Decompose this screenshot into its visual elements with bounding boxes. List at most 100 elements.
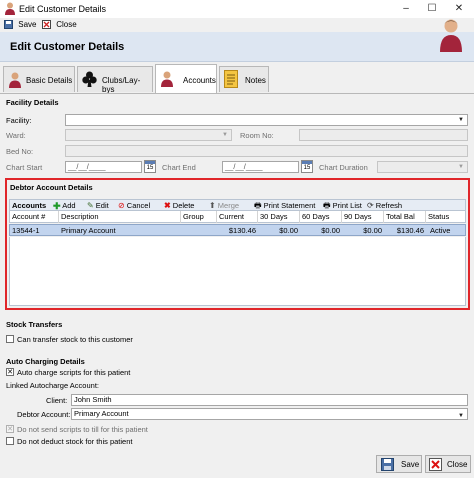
- group-cell: [181, 225, 217, 236]
- person-icon: [161, 71, 173, 87]
- description-cell: Primary Account: [61, 226, 116, 235]
- chevron-down-icon: ▼: [222, 132, 228, 138]
- calendar-day: 15: [303, 165, 311, 171]
- close-icon: [42, 20, 51, 30]
- no-deduct-checkbox[interactable]: [6, 437, 14, 445]
- calendar-icon[interactable]: 15: [144, 160, 156, 173]
- linked-account-label: Linked Autocharge Account:: [6, 381, 99, 390]
- can-transfer-label: Can transfer stock to this customer: [17, 335, 133, 344]
- close-window-button[interactable]: ✕: [448, 2, 470, 16]
- facility-section-title: Facility Details: [6, 98, 59, 107]
- no-send-label: Do not send scripts to till for this pat…: [17, 425, 148, 434]
- refresh-label: Refresh: [375, 201, 403, 210]
- notes-icon: [224, 70, 238, 88]
- chart-duration-select[interactable]: ▼: [377, 161, 468, 173]
- facility-label: Facility:: [6, 116, 32, 125]
- person-icon: [5, 2, 15, 15]
- status-cell: Active: [430, 226, 451, 235]
- bed-input[interactable]: [65, 145, 468, 157]
- accounts-grid-body[interactable]: [9, 237, 466, 306]
- room-label: Room No:: [240, 131, 274, 140]
- tab-notes[interactable]: Notes: [219, 66, 269, 92]
- title-bar: Edit Customer Details – ☐ ✕: [0, 0, 474, 18]
- can-transfer-checkbox[interactable]: [6, 335, 14, 343]
- chart-start-label: Chart Start: [6, 163, 43, 172]
- account-number-cell: 13544-1: [12, 226, 40, 235]
- debtor-account-select[interactable]: Primary Account ▼: [71, 408, 468, 420]
- print-statement-label: Print Statement: [263, 201, 316, 210]
- total-balance-cell: $130.46: [396, 226, 424, 235]
- ward-label: Ward:: [6, 131, 26, 140]
- stock-section-title: Stock Transfers: [6, 320, 63, 329]
- ward-select[interactable]: ▼: [65, 129, 232, 141]
- column-header[interactable]: 90 Days: [342, 211, 384, 223]
- toolbar-close-label: Close: [56, 20, 77, 29]
- no-send-checkbox[interactable]: ✕: [6, 425, 14, 433]
- days30-cell: $0.00: [279, 226, 298, 235]
- calendar-day: 15: [146, 165, 154, 171]
- column-header[interactable]: Status: [426, 211, 467, 223]
- tab-basic-details[interactable]: Basic Details: [3, 66, 75, 92]
- auto-charge-checkbox[interactable]: ✕: [6, 368, 14, 376]
- merge-label: Merge: [217, 201, 240, 210]
- column-header[interactable]: 30 Days: [258, 211, 300, 223]
- save-icon: [381, 458, 394, 471]
- tab-basic-details-label: Basic Details: [26, 76, 73, 85]
- chart-end-input[interactable]: __/__/____: [222, 161, 299, 173]
- save-label: Save: [401, 460, 420, 469]
- maximize-button[interactable]: ☐: [421, 2, 443, 16]
- chart-end-label: Chart End: [162, 163, 196, 172]
- tab-clubs-laybys[interactable]: Clubs/Lay-bys: [77, 66, 153, 94]
- debtor-account-label: Debtor Account:: [17, 410, 71, 419]
- tab-accounts-label: Accounts: [183, 76, 216, 85]
- toolbar-save-label: Save: [18, 20, 37, 29]
- column-header[interactable]: Group: [181, 211, 217, 223]
- tab-clubs-laybys-label: Clubs/Lay-bys: [102, 76, 141, 94]
- client-input[interactable]: John Smith: [71, 394, 468, 406]
- cancel-label: Cancel: [126, 201, 151, 210]
- days60-cell: $0.00: [321, 226, 340, 235]
- room-input[interactable]: [299, 129, 468, 141]
- avatar: [440, 19, 462, 52]
- column-header[interactable]: Description: [59, 211, 181, 223]
- tab-accounts[interactable]: Accounts: [155, 64, 217, 94]
- print-list-label: Print List: [332, 201, 362, 210]
- chart-duration-label: Chart Duration: [319, 163, 368, 172]
- save-icon: [4, 20, 13, 30]
- column-header[interactable]: 60 Days: [300, 211, 342, 223]
- person-icon: [9, 72, 21, 88]
- chart-start-input[interactable]: __/__/____: [65, 161, 142, 173]
- facility-select[interactable]: ▼: [65, 114, 468, 126]
- autocharge-section-title: Auto Charging Details: [6, 357, 85, 366]
- calendar-icon[interactable]: 15: [301, 160, 313, 173]
- no-deduct-label: Do not deduct stock for this patient: [17, 437, 133, 446]
- auto-charge-label: Auto charge scripts for this patient: [17, 368, 131, 377]
- window-title: Edit Customer Details: [19, 4, 107, 14]
- accounts-grid-header: Account # Description Group Current 30 D…: [9, 211, 466, 223]
- toolbar-close-button[interactable]: Close: [42, 19, 77, 31]
- client-label: Client:: [46, 396, 68, 405]
- table-row[interactable]: 13544-1 Primary Account $130.46 $0.00 $0…: [9, 224, 466, 236]
- minimize-button[interactable]: –: [395, 2, 417, 16]
- days90-cell: $0.00: [363, 226, 382, 235]
- chevron-down-icon: ▼: [458, 164, 464, 170]
- tab-notes-label: Notes: [245, 76, 266, 85]
- add-label: Add: [62, 201, 76, 210]
- toolbar-save-button[interactable]: Save: [4, 19, 36, 31]
- debtor-section-title: Debtor Account Details: [10, 183, 93, 192]
- close-button[interactable]: Close: [425, 455, 471, 473]
- save-button[interactable]: Save: [376, 455, 422, 473]
- column-header[interactable]: Current: [217, 211, 258, 223]
- accounts-toolbar: Accounts ✚ Add ✎ Edit ⊘ Cancel ✖ Delete …: [9, 199, 466, 211]
- delete-label: Delete: [172, 201, 195, 210]
- column-header[interactable]: Account #: [10, 211, 59, 223]
- close-label: Close: [447, 460, 468, 469]
- chevron-down-icon: ▼: [458, 117, 464, 123]
- edit-label: Edit: [95, 201, 109, 210]
- debtor-account-value: Primary Account: [74, 409, 129, 418]
- page-title: Edit Customer Details: [10, 41, 125, 53]
- column-header[interactable]: Total Bal: [384, 211, 426, 223]
- close-icon: [429, 458, 442, 471]
- page-header: Edit Customer Details: [0, 32, 474, 62]
- bed-label: Bed No:: [6, 147, 34, 156]
